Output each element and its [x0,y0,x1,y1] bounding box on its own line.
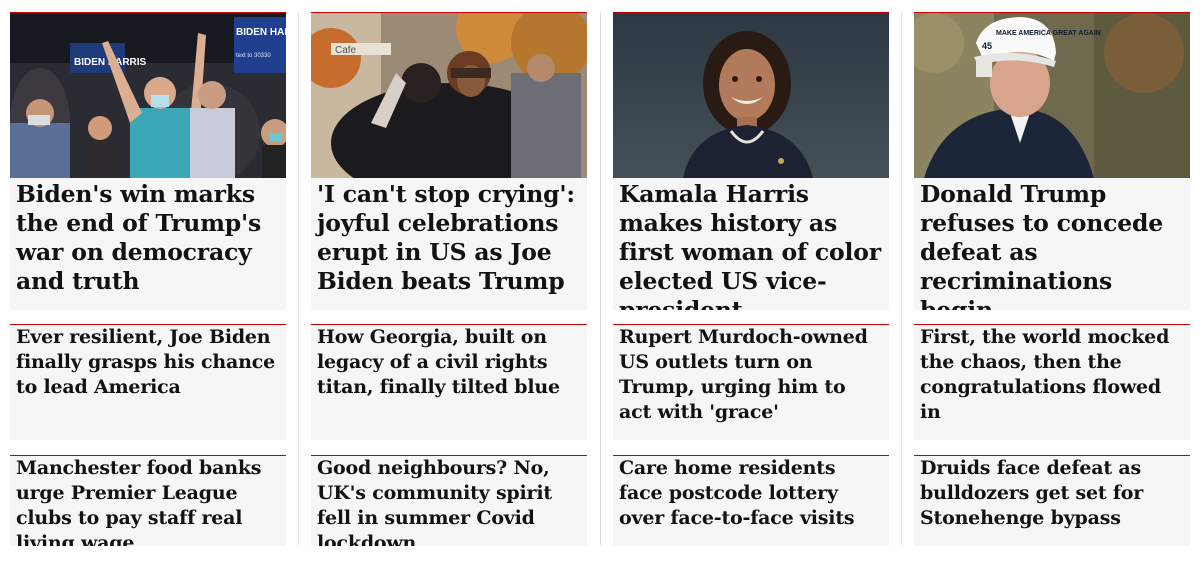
lead-headline[interactable]: Kamala Harris makes history as first wom… [613,178,889,310]
donald-trump-portrait-photo[interactable]: MAKE AMERICA GREAT AGAIN 45 [914,13,1190,178]
story-headline[interactable]: Care home residents face postcode lotter… [613,456,889,531]
lead-headline[interactable]: Biden's win marks the end of Trump's war… [10,178,286,296]
sign-right-text: BIDEN HARRIS [236,27,286,38]
story-headline[interactable]: How Georgia, built on legacy of a civil … [311,325,587,400]
hugging-people-photo[interactable]: Cafe [311,13,587,178]
cap-number: 45 [982,41,992,51]
story-headline[interactable]: Good neighbours? No, UK's community spir… [311,456,587,546]
story-card[interactable]: Druids face defeat as bulldozers get set… [914,455,1190,546]
story-card[interactable]: Ever resilient, Joe Biden finally grasps… [10,324,286,440]
story-headline[interactable]: First, the world mocked the chaos, then … [914,325,1190,425]
story-card[interactable]: Good neighbours? No, UK's community spir… [311,455,587,546]
lead-story-card[interactable]: MAKE AMERICA GREAT AGAIN 45 Donald Trump… [914,12,1190,310]
cap-text: MAKE AMERICA GREAT AGAIN [996,30,1101,37]
story-card[interactable]: Care home residents face postcode lotter… [613,455,889,546]
sign-right-subtext: text to 30330 [236,53,271,59]
story-card[interactable]: Rupert Murdoch-owned US outlets turn on … [613,324,889,440]
lead-headline[interactable]: Donald Trump refuses to concede defeat a… [914,178,1190,310]
story-headline[interactable]: Druids face defeat as bulldozers get set… [914,456,1190,531]
lead-story-card[interactable]: BIDEN HARRIS BIDEN HARRIS text to 30330 [10,12,286,310]
story-headline[interactable]: Rupert Murdoch-owned US outlets turn on … [613,325,889,425]
storefront-text: Cafe [335,45,357,56]
story-card[interactable]: How Georgia, built on legacy of a civil … [311,324,587,440]
kamala-harris-portrait-photo[interactable] [613,13,889,178]
lead-story-card[interactable]: Cafe 'I can't stop crying': joyful celeb… [311,12,587,310]
story-headline[interactable]: Ever resilient, Joe Biden finally grasps… [10,325,286,400]
story-headline[interactable]: Manchester food banks urge Premier Leagu… [10,456,286,546]
news-grid: BIDEN HARRIS BIDEN HARRIS text to 30330 [0,0,1200,567]
lead-story-card[interactable]: Kamala Harris makes history as first wom… [613,12,889,310]
story-card[interactable]: Manchester food banks urge Premier Leagu… [10,455,286,546]
column-divider [901,12,902,545]
column-divider [600,12,601,545]
crowd-celebration-photo[interactable]: BIDEN HARRIS BIDEN HARRIS text to 30330 [10,13,286,178]
story-card[interactable]: First, the world mocked the chaos, then … [914,324,1190,440]
lead-headline[interactable]: 'I can't stop crying': joyful celebratio… [311,178,587,296]
column-divider [298,12,299,545]
